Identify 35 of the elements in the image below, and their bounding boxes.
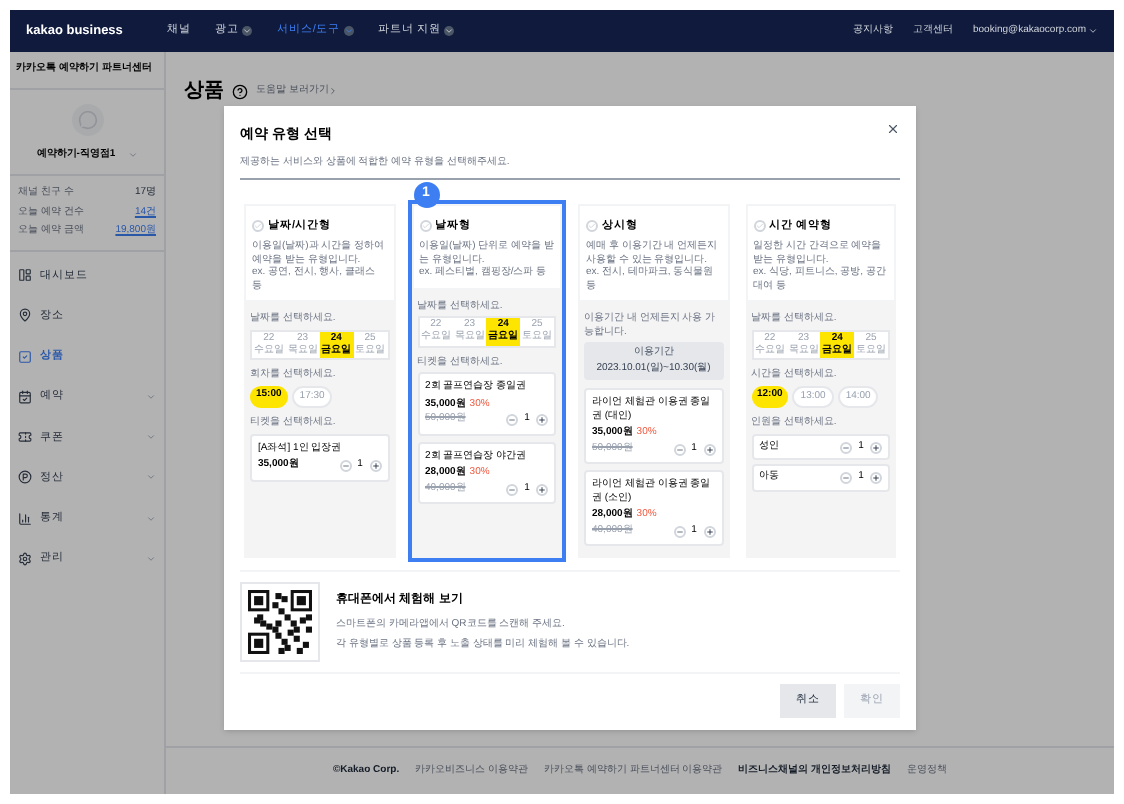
- p-circle-icon: [18, 470, 32, 485]
- chevron-down-icon: [146, 391, 156, 402]
- chevron-down-icon: [242, 26, 253, 36]
- calendar-icon: [18, 389, 32, 404]
- page-title: 상품: [184, 78, 224, 106]
- chevron-right-icon: [328, 86, 339, 96]
- chevron-down-icon: [146, 513, 156, 524]
- plus-icon[interactable]: [369, 460, 381, 472]
- plus-icon[interactable]: [870, 472, 882, 484]
- check-circle-icon: [753, 220, 765, 233]
- chevron-down-icon: [127, 149, 138, 160]
- close-icon[interactable]: [886, 122, 900, 136]
- check-circle-icon: [252, 220, 264, 233]
- chevron-down-icon: [146, 432, 156, 443]
- bar-chart-icon: [18, 511, 32, 526]
- layout-icon: [18, 268, 32, 283]
- check-circle-icon: [419, 220, 431, 233]
- ticket-icon: [18, 430, 32, 445]
- help-icon[interactable]: [232, 83, 248, 99]
- settings-icon: [18, 551, 32, 566]
- chevron-down-icon: [146, 553, 156, 564]
- plus-icon[interactable]: [536, 414, 548, 426]
- checkbox-icon: [18, 349, 32, 364]
- pin-icon: [18, 308, 32, 323]
- chevron-down-icon: [146, 472, 156, 483]
- qr-code-icon: [240, 582, 320, 663]
- chevron-down-icon: [1088, 26, 1098, 36]
- avatar-icon: [71, 103, 103, 135]
- plus-icon[interactable]: [703, 525, 715, 537]
- chevron-down-icon: [444, 26, 455, 36]
- check-circle-icon: [586, 220, 598, 233]
- plus-icon[interactable]: [536, 483, 548, 495]
- plus-icon[interactable]: [703, 443, 715, 455]
- chevron-down-icon: [343, 26, 354, 36]
- plus-icon[interactable]: [870, 441, 882, 453]
